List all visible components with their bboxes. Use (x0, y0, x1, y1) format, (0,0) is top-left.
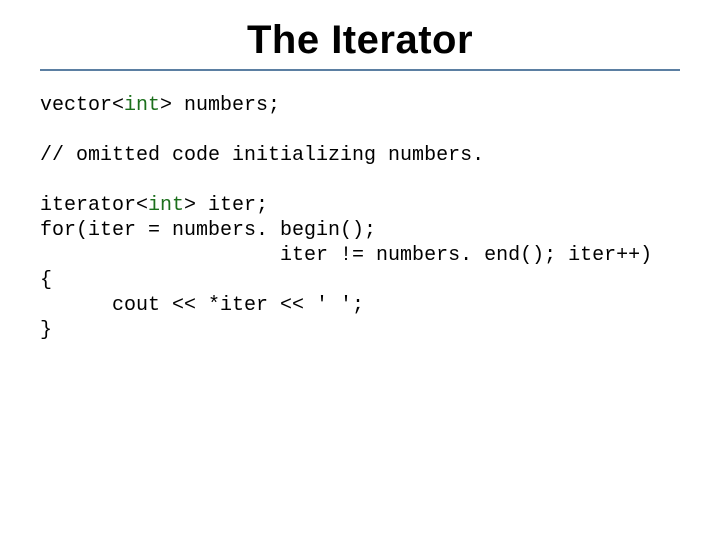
code-line-9: cout << *iter << ' '; (40, 294, 364, 317)
code-keyword-int-1: int (124, 94, 160, 117)
code-line-5a: iterator< (40, 194, 148, 217)
slide: The Iterator vector<int> numbers; // omi… (0, 0, 720, 540)
code-line-1a: vector< (40, 94, 124, 117)
code-line-10: } (40, 319, 52, 342)
code-line-5c: > iter; (184, 194, 268, 217)
code-keyword-int-2: int (148, 194, 184, 217)
code-line-3: // omitted code initializing numbers. (40, 144, 484, 167)
code-line-8: { (40, 269, 52, 292)
slide-title: The Iterator (40, 18, 680, 63)
code-line-6: for(iter = numbers. begin(); (40, 219, 376, 242)
title-underline (40, 69, 680, 71)
code-line-7: iter != numbers. end(); iter++) (40, 244, 652, 267)
code-block: vector<int> numbers; // omitted code ini… (40, 93, 680, 343)
code-line-1c: > numbers; (160, 94, 280, 117)
